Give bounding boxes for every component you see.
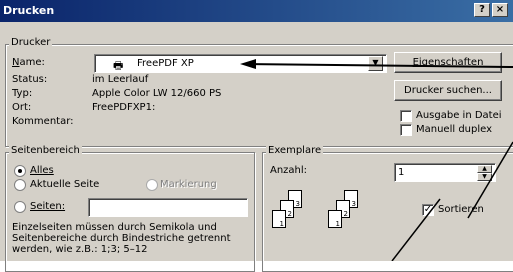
annotation-arrow-line xyxy=(247,63,513,68)
annotation-line xyxy=(391,198,441,261)
annotation-arrowhead xyxy=(240,59,256,69)
annotation-line xyxy=(467,141,513,219)
annotation-arrows xyxy=(240,59,513,261)
